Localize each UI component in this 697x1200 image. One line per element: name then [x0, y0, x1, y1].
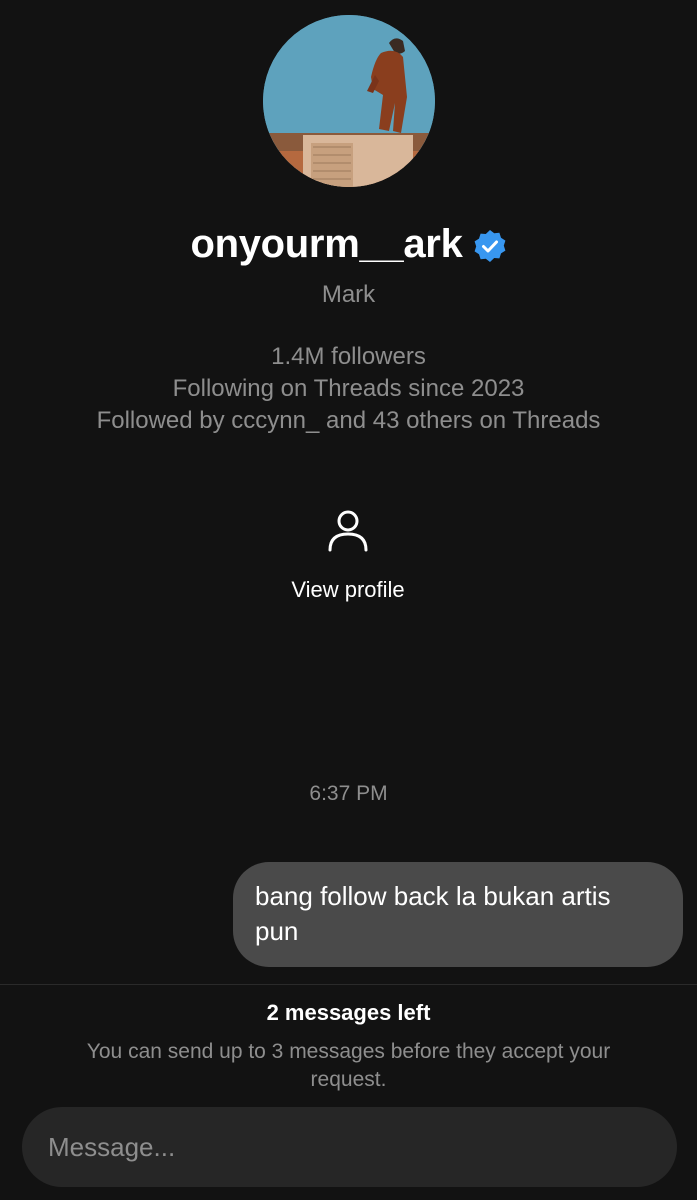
- username: onyourm__ark: [190, 222, 463, 266]
- request-limit-note: You can send up to 3 messages before the…: [86, 1040, 611, 1091]
- person-icon: [328, 510, 368, 552]
- message-timestamp: 6:37 PM: [309, 782, 388, 805]
- divider: [0, 984, 697, 985]
- profile-meta: 1.4M followers Following on Threads sinc…: [0, 341, 697, 437]
- view-profile-label: View profile: [291, 577, 405, 602]
- following-since: Following on Threads since 2023: [172, 375, 525, 402]
- message-composer[interactable]: [22, 1107, 677, 1187]
- message-input[interactable]: [46, 1130, 653, 1164]
- sent-message-bubble[interactable]: bang follow back la bukan artis pun: [233, 862, 683, 967]
- username-row: onyourm__ark: [0, 222, 697, 267]
- followed-by: Followed by cccynn_ and 43 others on Thr…: [96, 407, 601, 434]
- display-name: Mark: [321, 281, 376, 308]
- messages-left-title: 2 messages left: [266, 1000, 431, 1025]
- followers-count: 1.4M followers: [271, 343, 426, 370]
- verified-badge-icon: [474, 229, 505, 262]
- avatar-photo: [263, 15, 435, 187]
- profile-avatar[interactable]: [263, 15, 435, 187]
- view-profile-button[interactable]: View profile: [248, 505, 448, 615]
